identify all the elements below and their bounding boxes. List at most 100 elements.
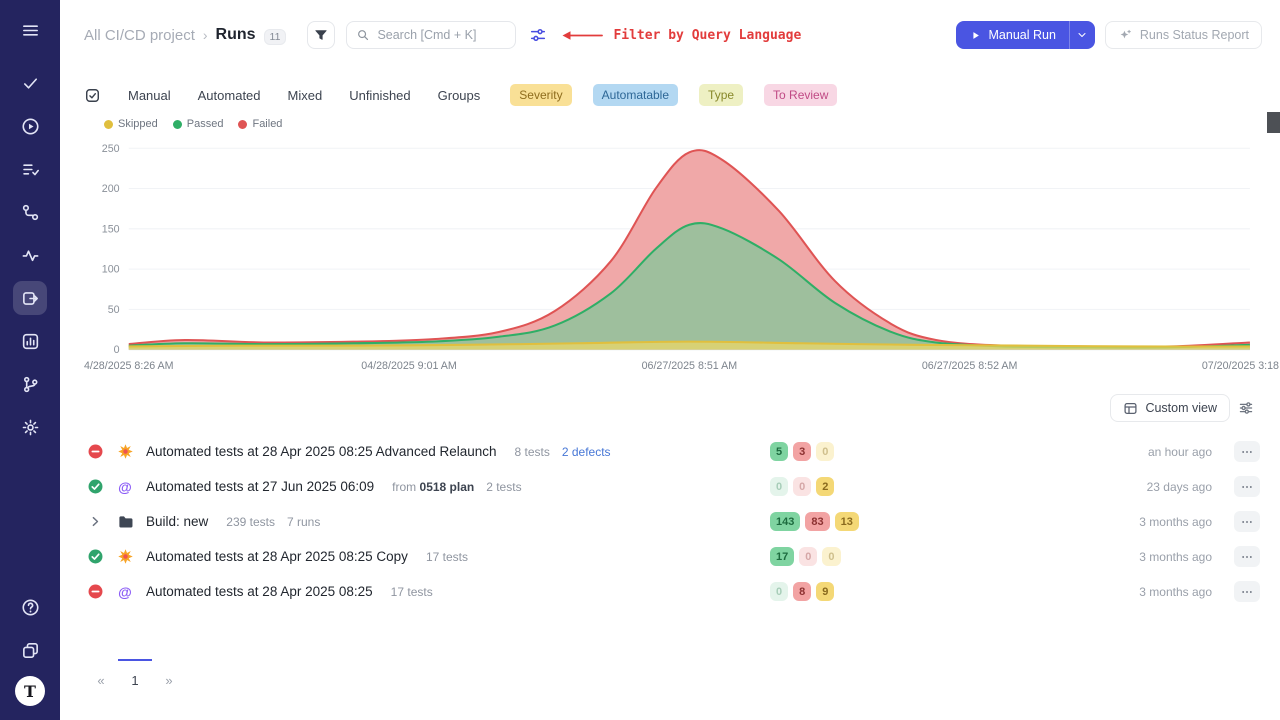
sidebar-item-tests[interactable] — [13, 66, 47, 100]
view-sliders-icon — [1238, 400, 1254, 416]
svg-text:250: 250 — [102, 143, 120, 155]
badge-red: 0 — [799, 547, 817, 566]
svg-text:200: 200 — [102, 183, 120, 195]
sidebar-item-insights[interactable] — [13, 238, 47, 272]
app-logo[interactable]: T — [15, 676, 45, 706]
row-menu-button[interactable] — [1234, 476, 1260, 497]
search-input[interactable]: Search [Cmd + K] — [346, 21, 516, 49]
run-title[interactable]: Automated tests at 28 Apr 2025 08:25 Adv… — [146, 444, 497, 459]
manual-run-button[interactable]: Manual Run — [956, 21, 1069, 49]
sidebar: T — [0, 0, 60, 720]
breadcrumb-separator: › — [203, 27, 208, 43]
manual-run-label: Manual Run — [989, 28, 1056, 42]
sidebar-item-runs[interactable] — [13, 109, 47, 143]
manual-run-dropdown-button[interactable] — [1069, 21, 1095, 49]
badge-red: 0 — [793, 477, 811, 496]
sidebar-item-test-plans[interactable] — [13, 152, 47, 186]
run-row[interactable]: @Automated tests at 27 Jun 2025 06:09fro… — [84, 469, 1260, 504]
legend-skipped[interactable]: Skipped — [104, 118, 158, 130]
run-row[interactable]: Automated tests at 28 Apr 2025 08:25 Cop… — [84, 539, 1260, 574]
expand-chevron-icon[interactable] — [84, 513, 106, 530]
tab-mixed[interactable]: Mixed — [288, 88, 323, 103]
pill-to-review[interactable]: To Review — [764, 84, 837, 106]
badge-green: 0 — [770, 582, 788, 601]
legend-failed[interactable]: Failed — [238, 118, 282, 130]
query-language-filter-button[interactable] — [527, 24, 549, 46]
branch-icon — [21, 375, 40, 394]
pill-automatable[interactable]: Automatable — [593, 84, 678, 106]
badge-yellow: 0 — [816, 442, 834, 461]
run-meta: 8 tests2 defects — [515, 445, 763, 459]
sidebar-item-help[interactable] — [13, 590, 47, 624]
pagination-first[interactable]: « — [84, 659, 118, 688]
pill-severity[interactable]: Severity — [510, 84, 571, 106]
pill-type[interactable]: Type — [699, 84, 743, 106]
result-badges: 089 — [770, 582, 888, 601]
select-runs-icon[interactable] — [84, 87, 101, 104]
sidebar-item-analytics[interactable] — [13, 324, 47, 358]
funnel-icon — [313, 27, 329, 43]
custom-view-label: Custom view — [1145, 401, 1217, 415]
run-row[interactable]: @Automated tests at 28 Apr 2025 08:2517 … — [84, 574, 1260, 609]
folder-icon — [114, 513, 136, 530]
badge-green: 17 — [770, 547, 794, 566]
run-title[interactable]: Automated tests at 28 Apr 2025 08:25 Cop… — [146, 549, 408, 564]
run-title[interactable]: Automated tests at 27 Jun 2025 06:09 — [146, 479, 374, 494]
table-view-icon — [1123, 401, 1138, 416]
export-icon — [21, 289, 40, 308]
row-menu-button[interactable] — [1234, 581, 1260, 602]
run-meta: 17 tests — [391, 585, 762, 599]
sidebar-item-ci-runs[interactable] — [13, 281, 47, 315]
row-menu-button[interactable] — [1234, 546, 1260, 567]
view-settings-button[interactable] — [1234, 396, 1258, 420]
run-row[interactable]: Automated tests at 28 Apr 2025 08:25 Adv… — [84, 434, 1260, 469]
status-passed-icon — [84, 478, 106, 495]
scrollbar-thumb[interactable] — [1267, 112, 1280, 133]
annotation-text: Filter by Query Language — [613, 28, 801, 43]
runs-status-report-button[interactable]: Runs Status Report — [1105, 21, 1262, 49]
run-timestamp: an hour ago — [896, 445, 1226, 459]
play-circle-icon — [21, 117, 40, 136]
badge-yellow: 13 — [835, 512, 859, 531]
run-timestamp: 3 months ago — [896, 515, 1226, 529]
sidebar-item-settings[interactable] — [13, 410, 47, 444]
page-title: Runs — [216, 26, 256, 44]
search-placeholder: Search [Cmd + K] — [377, 28, 476, 42]
result-badges: 1438313 — [770, 512, 888, 531]
pagination-page-1[interactable]: 1 — [118, 659, 152, 688]
run-title[interactable]: Build: new — [146, 514, 208, 529]
badge-red: 3 — [793, 442, 811, 461]
badge-green: 0 — [770, 477, 788, 496]
tab-manual[interactable]: Manual — [128, 88, 171, 103]
row-menu-button[interactable] — [1234, 511, 1260, 532]
custom-view-button[interactable]: Custom view — [1110, 394, 1230, 422]
menu-icon — [21, 21, 40, 40]
breadcrumb-project[interactable]: All CI/CD project — [84, 27, 195, 44]
sidebar-item-integrations[interactable] — [13, 195, 47, 229]
sidebar-item-branches[interactable] — [13, 367, 47, 401]
badge-green: 143 — [770, 512, 800, 531]
run-row[interactable]: Build: new 239 tests7 runs 1438313 3 months… — [84, 504, 1260, 539]
badge-yellow: 9 — [816, 582, 834, 601]
view-toolbar: Custom view — [60, 378, 1280, 434]
tab-groups[interactable]: Groups — [438, 88, 481, 103]
legend-passed[interactable]: Passed — [173, 118, 224, 130]
runs-area-chart: 0501001502002504/28/2025 8:26 AM04/28/20… — [84, 134, 1254, 378]
filter-button[interactable] — [307, 21, 335, 49]
defects-link[interactable]: 2 defects — [562, 445, 611, 459]
run-timestamp: 3 months ago — [896, 550, 1226, 564]
tab-automated[interactable]: Automated — [198, 88, 261, 103]
run-title[interactable]: Automated tests at 28 Apr 2025 08:25 — [146, 584, 373, 599]
run-meta: from 0518 plan2 tests — [392, 480, 762, 494]
manual-run-split-button: Manual Run — [956, 21, 1095, 49]
sidebar-item-menu[interactable] — [13, 13, 47, 47]
svg-text:07/20/2025 3:18 PM: 07/20/2025 3:18 PM — [1202, 360, 1280, 372]
run-meta: 239 tests7 runs — [226, 515, 762, 529]
row-menu-button[interactable] — [1234, 441, 1260, 462]
sidebar-item-projects[interactable] — [13, 633, 47, 667]
run-meta: 17 tests — [426, 550, 762, 564]
svg-text:50: 50 — [108, 304, 120, 316]
pagination-last[interactable]: » — [152, 659, 186, 688]
runs-count-badge: 11 — [264, 29, 287, 45]
tab-unfinished[interactable]: Unfinished — [349, 88, 410, 103]
